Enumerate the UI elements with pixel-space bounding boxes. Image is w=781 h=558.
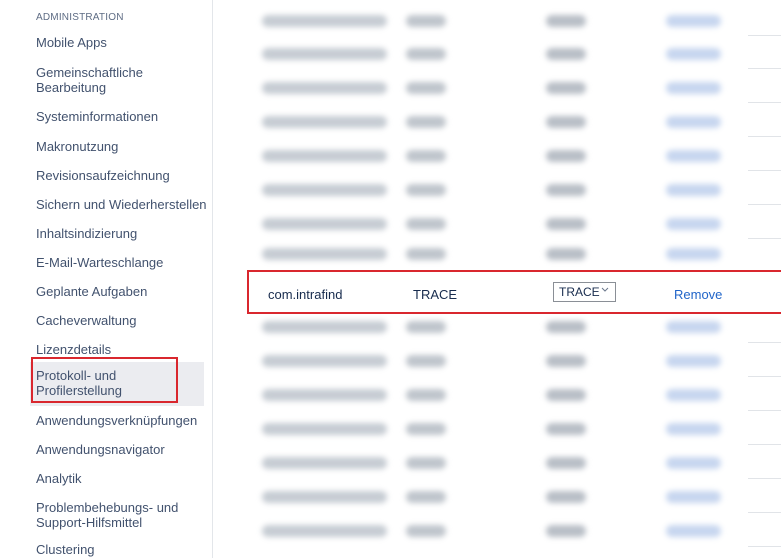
sidebar-item-clustering[interactable]: Clustering xyxy=(36,542,204,557)
row-divider xyxy=(748,444,781,445)
logger-level: TRACE xyxy=(413,287,458,302)
admin-sidebar: ADMINISTRATION Mobile Apps Gemeinschaftl… xyxy=(0,0,213,558)
sidebar-item-analytik[interactable]: Analytik xyxy=(36,471,204,486)
row-divider xyxy=(748,478,781,479)
row-divider xyxy=(748,546,781,547)
logger-level-select-value: TRACE xyxy=(559,285,600,299)
blurred-row xyxy=(246,352,726,368)
sidebar-item-gemeinschaftliche-bearbeitung[interactable]: Gemeinschaftliche Bearbeitung xyxy=(36,65,186,95)
blurred-row xyxy=(246,318,726,334)
blurred-row xyxy=(246,522,726,538)
row-divider xyxy=(748,512,781,513)
remove-logger-link[interactable]: Remove xyxy=(674,287,722,302)
logger-level-select[interactable]: TRACE xyxy=(553,282,616,302)
blurred-row xyxy=(246,386,726,402)
blurred-row xyxy=(246,454,726,470)
logger-class-name: com.intrafind xyxy=(268,287,343,302)
sidebar-highlight-box xyxy=(31,357,178,403)
blurred-row xyxy=(246,12,726,28)
sidebar-heading: ADMINISTRATION xyxy=(36,12,124,23)
logger-row-highlighted: com.intrafind TRACE TRACE Remove xyxy=(247,270,781,314)
blurred-row xyxy=(246,79,726,95)
row-divider xyxy=(748,35,781,36)
blurred-row xyxy=(246,245,726,261)
row-divider xyxy=(748,376,781,377)
blurred-row xyxy=(246,147,726,163)
row-divider xyxy=(748,170,781,171)
sidebar-item-makronutzung[interactable]: Makronutzung xyxy=(36,139,204,154)
blurred-row xyxy=(246,420,726,436)
sidebar-item-sichern-wiederherstellen[interactable]: Sichern und Wiederherstellen xyxy=(36,197,207,212)
blurred-row xyxy=(246,215,726,231)
sidebar-item-revisionsaufzeichnung[interactable]: Revisionsaufzeichnung xyxy=(36,168,204,183)
sidebar-item-mobile-apps[interactable]: Mobile Apps xyxy=(36,35,204,50)
blurred-row xyxy=(246,113,726,129)
sidebar-item-geplante-aufgaben[interactable]: Geplante Aufgaben xyxy=(36,284,204,299)
blurred-row xyxy=(246,45,726,61)
sidebar-item-email-warteschlange[interactable]: E-Mail-Warteschlange xyxy=(36,255,204,270)
row-divider xyxy=(748,136,781,137)
admin-page: ADMINISTRATION Mobile Apps Gemeinschaftl… xyxy=(0,0,781,558)
row-divider xyxy=(748,342,781,343)
row-divider xyxy=(748,238,781,239)
row-divider xyxy=(748,102,781,103)
row-divider xyxy=(748,410,781,411)
sidebar-item-inhaltsindizierung[interactable]: Inhaltsindizierung xyxy=(36,226,204,241)
row-divider xyxy=(748,204,781,205)
row-divider xyxy=(748,68,781,69)
blurred-row xyxy=(246,181,726,197)
blurred-row xyxy=(246,488,726,504)
chevron-down-icon xyxy=(601,287,609,292)
sidebar-item-anwendungsverknuepfungen[interactable]: Anwendungsverknüpfungen xyxy=(36,413,204,428)
sidebar-item-systeminformationen[interactable]: Systeminformationen xyxy=(36,109,204,124)
sidebar-item-lizenzdetails[interactable]: Lizenzdetails xyxy=(36,342,204,357)
sidebar-item-cacheverwaltung[interactable]: Cacheverwaltung xyxy=(36,313,204,328)
sidebar-item-problembehebung-support[interactable]: Problembehebungs- und Support-Hilfsmitte… xyxy=(36,500,186,530)
sidebar-item-anwendungsnavigator[interactable]: Anwendungsnavigator xyxy=(36,442,204,457)
